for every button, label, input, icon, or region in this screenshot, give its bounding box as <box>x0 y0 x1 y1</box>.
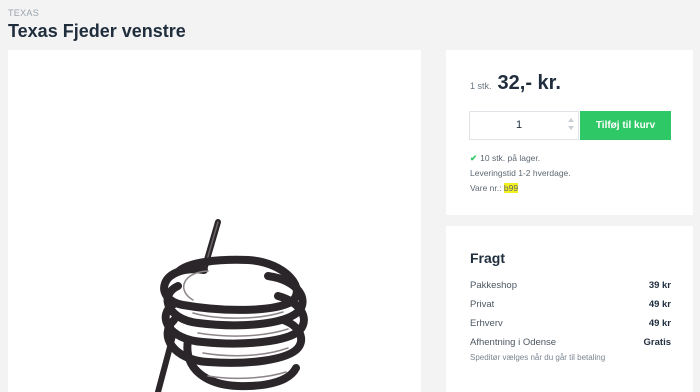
shipping-price: 49 kr <box>648 299 671 310</box>
stock-line: ✔ 10 stk. på lager. <box>470 151 571 166</box>
shipping-method: Pakkeshop <box>470 280 518 291</box>
shipping-price: Gratis <box>643 337 671 348</box>
purchase-panel: 1 stk. 32,- kr. 1 Tilføj til kurv ✔ 10 st… <box>446 50 693 215</box>
check-icon: ✔ <box>470 153 478 163</box>
add-to-cart-button[interactable]: Tilføj til kurv <box>580 111 671 140</box>
page-title: Texas Fjeder venstre <box>8 21 186 41</box>
shipping-method: Afhentning i Odense <box>470 337 557 348</box>
price: 32,- kr. <box>497 72 561 94</box>
shipping-price: 39 kr <box>648 280 671 291</box>
price-row: 1 stk. 32,- kr. <box>470 72 561 95</box>
brand-label[interactable]: TEXAS <box>8 8 39 18</box>
stock-text: 10 stk. på lager. <box>480 153 541 163</box>
stepper-up-icon[interactable] <box>568 118 574 122</box>
sku-line: Vare nr.: b99 <box>470 181 571 196</box>
stepper-down-icon[interactable] <box>568 126 574 130</box>
stock-info: ✔ 10 stk. på lager. Leveringstid 1-2 hver… <box>470 151 571 196</box>
shipping-method: Erhverv <box>470 318 503 329</box>
sku-value: b99 <box>503 183 519 193</box>
quantity-input[interactable]: 1 <box>470 119 568 131</box>
quantity-stepper[interactable]: 1 <box>469 111 579 140</box>
price-unit: 1 stk. <box>470 81 492 91</box>
sku-label: Vare nr.: <box>470 183 504 193</box>
product-image[interactable] <box>8 50 421 392</box>
shipping-title: Fragt <box>470 250 505 266</box>
shipping-row: Privat 49 kr <box>470 297 671 316</box>
spring-image <box>155 219 308 392</box>
shipping-row: Erhverv 49 kr <box>470 316 671 335</box>
shipping-row: Pakkeshop 39 kr <box>470 278 671 297</box>
shipping-method: Privat <box>470 299 495 310</box>
shipping-price: 49 kr <box>648 318 671 329</box>
shipping-row: Afhentning i Odense Gratis <box>470 335 671 354</box>
shipping-panel: Fragt Pakkeshop 39 kr Privat 49 kr Erhve… <box>446 226 693 392</box>
shipping-list: Pakkeshop 39 kr Privat 49 kr Erhverv 49 … <box>470 278 671 354</box>
stepper-arrows[interactable] <box>567 117 575 135</box>
shipping-note: Speditør vælges når du går til betaling <box>470 353 606 362</box>
delivery-text: Leveringstid 1-2 hverdage. <box>470 168 571 178</box>
